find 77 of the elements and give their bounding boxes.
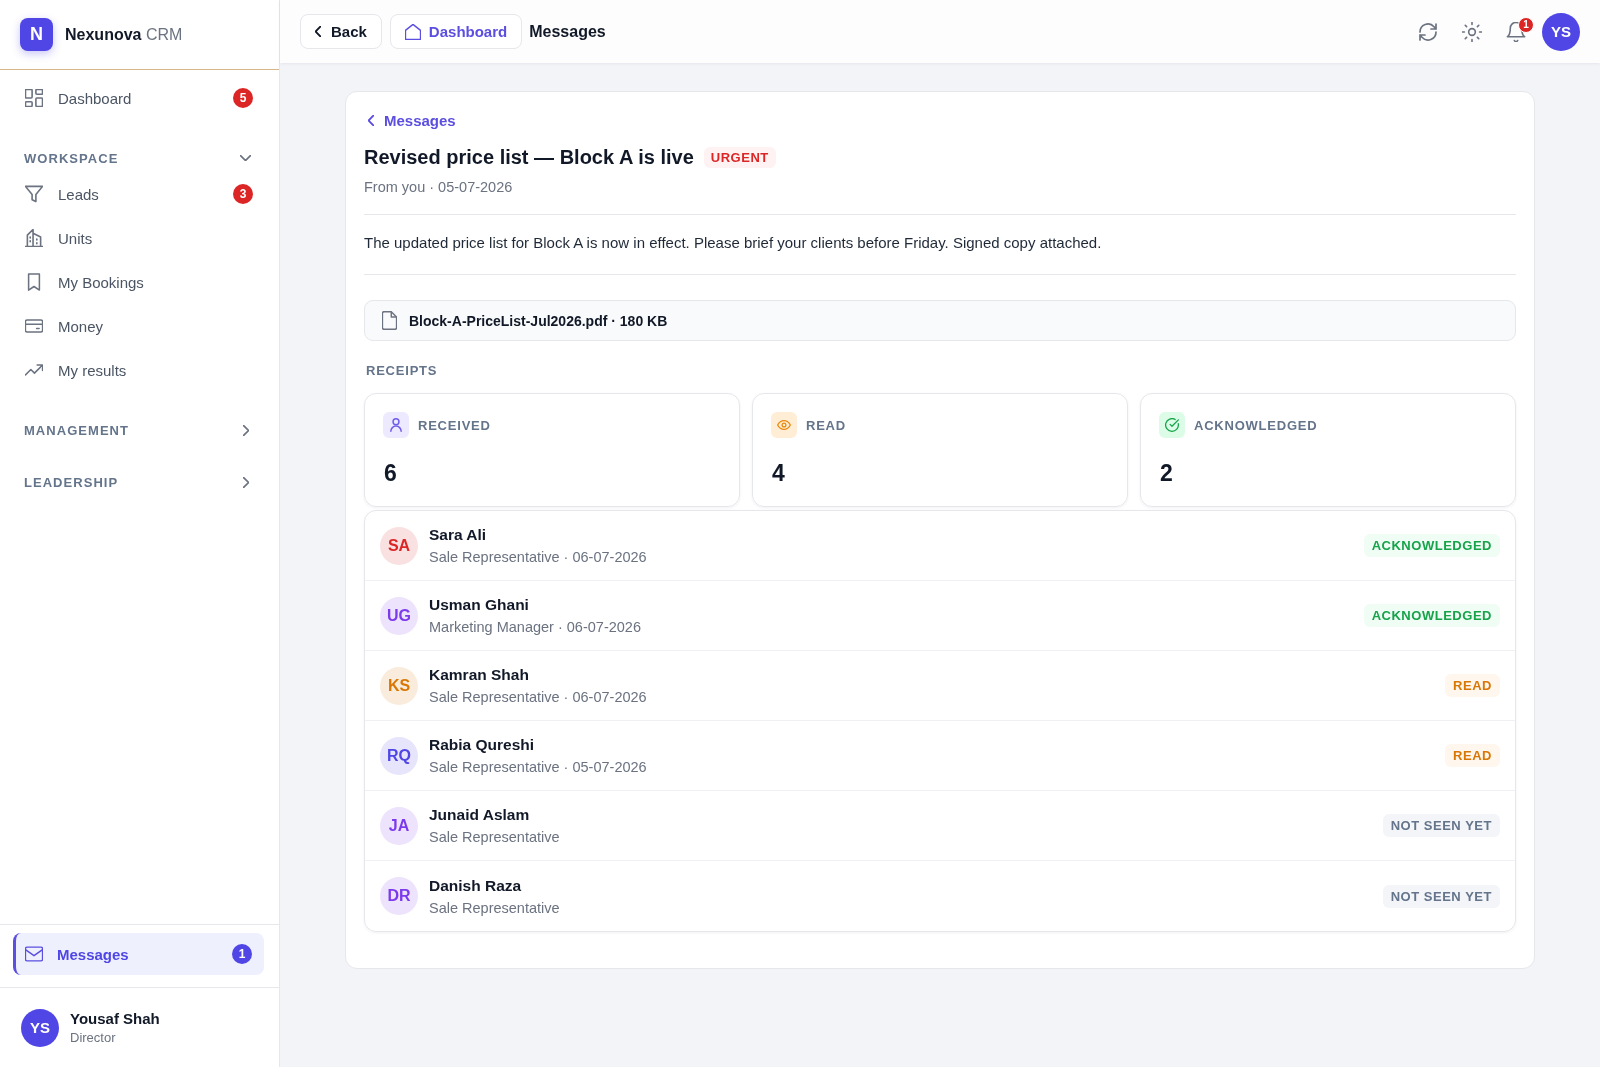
count-badge: 3: [233, 184, 253, 204]
building-icon: [25, 229, 43, 247]
sun-icon: [1462, 21, 1482, 42]
recipient-name: Usman Ghani: [429, 596, 530, 614]
user-role: Director: [70, 1030, 117, 1045]
section-label: RECEIPTS: [366, 363, 439, 379]
message-title: Revised price list — Block A is live: [364, 145, 694, 169]
user-avatar[interactable]: YS: [21, 1008, 59, 1047]
stat-value: 6: [383, 459, 398, 487]
grid-icon: [25, 89, 43, 107]
stat-label: RECEIVED: [418, 417, 491, 433]
count-badge: 1: [232, 944, 252, 964]
section-toggle[interactable]: LEADERSHIP: [0, 468, 279, 496]
stat-value: 2: [1159, 459, 1174, 487]
status-tag: ACKNOWLEDGED: [1363, 604, 1500, 627]
nav-item[interactable]: Units: [12, 216, 267, 260]
chevron-left-icon: [315, 26, 321, 37]
message-meta: From you · 05-07-2026: [364, 177, 1516, 215]
status-tag: NOT SEEN YET: [1382, 884, 1500, 908]
recipient-name: Rabia Qureshi: [429, 736, 536, 754]
recipient-avatar: UG: [380, 596, 418, 635]
home-icon: [404, 23, 421, 40]
refresh-icon: [1418, 21, 1438, 42]
priority-tag: URGENT: [703, 146, 776, 168]
status-tag: ACKNOWLEDGED: [1363, 534, 1500, 557]
nav-item[interactable]: Messages 1: [13, 933, 264, 975]
recipient-name: Sara Ali: [429, 526, 488, 544]
stat-value: 4: [771, 459, 786, 487]
stat-label: ACKNOWLEDGED: [1194, 417, 1318, 433]
recipient-avatar: DR: [380, 877, 418, 915]
trend-up-icon: [25, 361, 43, 379]
status-tag: NOT SEEN YET: [1382, 814, 1500, 837]
person-icon: [383, 412, 409, 438]
recipient-details: Marketing Manager · 06-07-2026: [429, 619, 642, 635]
message-body: The updated price list for Block A is now in effect. Please brief your clients before Friday. Signed copy attached.: [364, 215, 1516, 275]
back-link[interactable]: Messages: [368, 110, 456, 130]
status-tag: READ: [1445, 744, 1500, 767]
mail-icon: [25, 945, 43, 963]
bookmark-icon: [25, 273, 43, 291]
recipient-avatar: KS: [380, 666, 418, 705]
eye-icon: [771, 412, 797, 438]
funnel-icon: [25, 185, 43, 203]
page-title: Messages: [529, 22, 606, 41]
recipient-name: Kamran Shah: [429, 666, 530, 684]
brand-logo: N: [20, 18, 53, 51]
recipient-details: Sale Representative: [429, 829, 561, 845]
recipient-avatar: SA: [380, 526, 418, 565]
attachment-link[interactable]: Block-A-PriceList-Jul2026.pdf · 180 KB: [364, 300, 1516, 341]
nav-item[interactable]: Dashboard 5: [12, 76, 267, 120]
recipient-name: Danish Raza: [429, 876, 523, 895]
nav-item[interactable]: My Bookings: [12, 260, 267, 304]
recipient-details: Sale Representative · 05-07-2026: [429, 759, 648, 775]
recipient-details: Sale Representative · 06-07-2026: [429, 689, 648, 705]
card-icon: [25, 317, 43, 335]
recipient-details: Sale Representative · 06-07-2026: [429, 549, 648, 565]
chevron-left-icon: [368, 114, 374, 126]
recipient-avatar: RQ: [380, 736, 418, 775]
count-badge: 5: [233, 88, 253, 108]
nav-item[interactable]: My results: [12, 348, 267, 392]
recipient-details: Sale Representative: [429, 899, 561, 916]
notification-badge: 1: [1518, 16, 1534, 33]
status-tag: READ: [1445, 674, 1500, 697]
recipient-avatar: JA: [380, 806, 418, 845]
section-toggle[interactable]: WORKSPACE: [0, 144, 279, 172]
nav-item[interactable]: Money: [12, 304, 267, 348]
breadcrumb-link[interactable]: Dashboard: [389, 14, 523, 49]
back-button[interactable]: Back: [300, 14, 382, 49]
user-name: Yousaf Shah: [70, 1010, 160, 1027]
section-toggle[interactable]: MANAGEMENT: [0, 416, 279, 444]
recipient-name: Junaid Aslam: [429, 806, 531, 824]
notifications-button[interactable]: 1: [1498, 13, 1534, 50]
bell-icon: [1506, 21, 1526, 42]
stat-label: READ: [806, 417, 846, 433]
file-icon: [382, 311, 397, 330]
nav-item[interactable]: Leads 3: [12, 172, 267, 216]
user-avatar[interactable]: YS: [1542, 12, 1580, 51]
brand-name: Nexunova CRM: [65, 25, 183, 44]
